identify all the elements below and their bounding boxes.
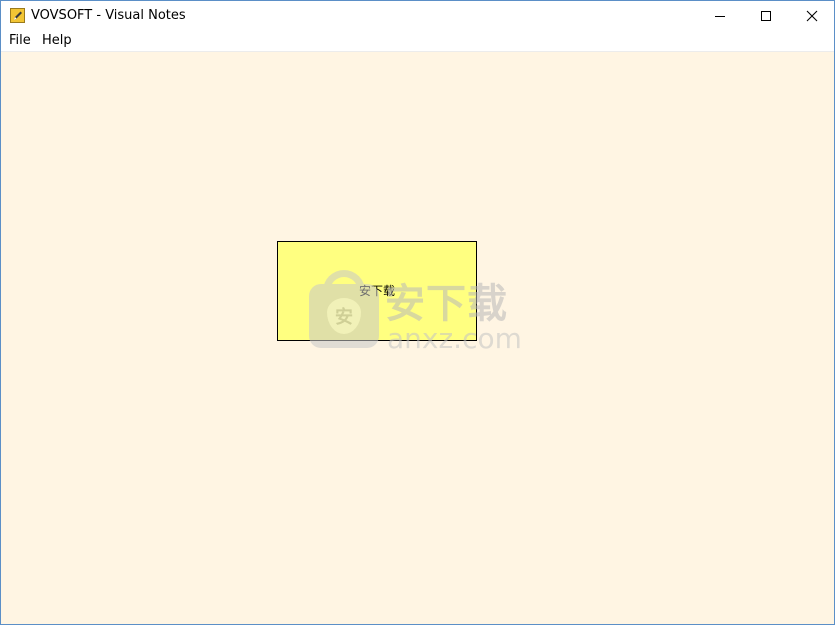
app-window: VOVSOFT - Visual Notes File Help 安下载 安 安…: [0, 0, 835, 625]
close-button[interactable]: [789, 1, 834, 31]
notes-canvas[interactable]: 安下载 安 安下载 anxz.com: [1, 52, 834, 624]
close-icon: [806, 10, 818, 22]
maximize-icon: [761, 11, 771, 21]
menu-help[interactable]: Help: [41, 33, 73, 49]
sticky-note[interactable]: 安下载: [277, 241, 477, 341]
window-title: VOVSOFT - Visual Notes: [31, 8, 186, 23]
minimize-button[interactable]: [697, 1, 743, 31]
minimize-icon: [715, 16, 725, 17]
sticky-note-text: 安下载: [358, 284, 395, 298]
pencil-note-icon: [10, 8, 25, 23]
maximize-button[interactable]: [743, 1, 789, 31]
menu-bar: File Help: [1, 31, 834, 52]
title-bar[interactable]: VOVSOFT - Visual Notes: [1, 1, 834, 31]
menu-file[interactable]: File: [8, 33, 32, 49]
